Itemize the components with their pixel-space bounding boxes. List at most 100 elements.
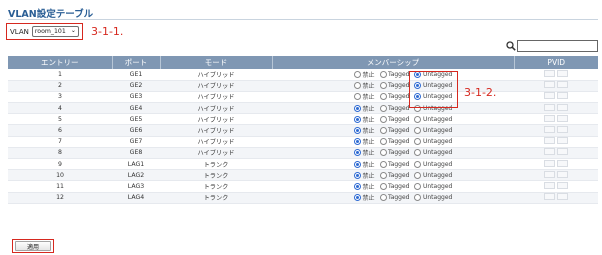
- cell-entry: 11: [8, 180, 112, 193]
- membership-option[interactable]: Tagged: [379, 127, 410, 135]
- radio-button[interactable]: [379, 82, 387, 90]
- membership-option[interactable]: 禁止: [354, 171, 375, 180]
- membership-option-label: 禁止: [362, 128, 375, 136]
- radio-button[interactable]: [379, 138, 387, 146]
- membership-option[interactable]: Tagged: [379, 115, 409, 123]
- cell-port: GE8: [112, 147, 160, 160]
- cell-membership: 禁止 Tagged Untagged: [272, 169, 514, 182]
- membership-option[interactable]: Tagged: [379, 182, 409, 190]
- vlan-select[interactable]: room_101 ⌄: [31, 26, 79, 37]
- radio-button[interactable]: [379, 70, 387, 78]
- membership-option-label: Tagged: [388, 127, 410, 135]
- radio-button[interactable]: [354, 93, 361, 101]
- membership-option[interactable]: Tagged: [379, 194, 409, 202]
- radio-button[interactable]: [354, 171, 361, 179]
- radio-button[interactable]: [354, 115, 361, 123]
- pvid-input: [544, 81, 555, 89]
- membership-option[interactable]: Untagged: [414, 149, 452, 157]
- cell-membership: 禁止 Tagged Untagged: [272, 113, 514, 126]
- table-row: 12 LAG4 トランク 禁止 Tagged Untagged: [8, 192, 598, 204]
- radio-button[interactable]: [354, 104, 361, 112]
- radio-button[interactable]: [379, 93, 387, 101]
- membership-option-label: Tagged: [388, 138, 410, 146]
- membership-option-label: 禁止: [362, 83, 375, 91]
- membership-option[interactable]: Tagged: [379, 138, 410, 146]
- cell-port: GE2: [112, 80, 160, 92]
- membership-option[interactable]: Tagged: [379, 82, 409, 90]
- membership-option[interactable]: Untagged: [414, 115, 452, 123]
- membership-option[interactable]: 禁止: [354, 193, 375, 202]
- search-input[interactable]: [517, 40, 598, 52]
- radio-button[interactable]: [379, 194, 387, 202]
- membership-option[interactable]: 禁止: [354, 115, 375, 124]
- membership-option[interactable]: Untagged: [414, 127, 452, 135]
- membership-option[interactable]: Untagged: [414, 182, 453, 190]
- membership-option[interactable]: Untagged: [414, 171, 452, 179]
- header-mode: モード: [159, 56, 272, 69]
- radio-button[interactable]: [414, 115, 422, 123]
- cell-mode: トランク: [160, 158, 272, 171]
- membership-option[interactable]: 禁止: [354, 126, 375, 135]
- cell-port: GE3: [112, 91, 160, 104]
- pvid-input: [557, 81, 568, 89]
- membership-option[interactable]: Untagged: [414, 138, 452, 146]
- membership-option[interactable]: 禁止: [354, 81, 375, 90]
- membership-option[interactable]: Tagged: [379, 93, 410, 101]
- radio-button[interactable]: [354, 70, 361, 78]
- radio-button[interactable]: [354, 138, 361, 146]
- radio-button[interactable]: [414, 138, 422, 146]
- membership-option[interactable]: Untagged: [414, 160, 452, 168]
- membership-option[interactable]: Tagged: [379, 104, 409, 112]
- radio-button[interactable]: [414, 194, 422, 202]
- membership-option-label: Tagged: [388, 93, 410, 101]
- membership-option[interactable]: Untagged: [414, 194, 452, 202]
- membership-option[interactable]: 禁止: [354, 182, 375, 191]
- cell-membership: 禁止 Tagged Untagged: [272, 158, 514, 171]
- radio-button[interactable]: [414, 171, 422, 179]
- radio-button[interactable]: [414, 149, 422, 157]
- radio-button[interactable]: [354, 82, 361, 90]
- pvid-input: [544, 148, 555, 156]
- membership-option[interactable]: 禁止: [354, 104, 375, 113]
- radio-button[interactable]: [379, 115, 387, 123]
- membership-option-label: 禁止: [362, 139, 375, 147]
- cell-pvid: [514, 69, 598, 81]
- table-row: 5 GE5 ハイブリッド 禁止 Tagged Untagged: [8, 113, 598, 126]
- radio-button[interactable]: [379, 171, 387, 179]
- membership-option[interactable]: Tagged: [379, 171, 409, 179]
- radio-button[interactable]: [379, 160, 387, 168]
- radio-button[interactable]: [414, 127, 422, 135]
- radio-button[interactable]: [354, 127, 361, 135]
- cell-membership: 禁止 Tagged Untagged: [272, 136, 514, 148]
- radio-button[interactable]: [354, 194, 361, 202]
- cell-entry: 7: [8, 136, 112, 148]
- membership-option[interactable]: 禁止: [354, 137, 375, 146]
- radio-button[interactable]: [354, 149, 361, 157]
- membership-option[interactable]: 禁止: [354, 70, 375, 79]
- radio-button[interactable]: [354, 182, 361, 190]
- radio-button[interactable]: [354, 160, 361, 168]
- radio-button[interactable]: [379, 127, 387, 135]
- radio-button[interactable]: [379, 104, 387, 112]
- cell-mode: ハイブリッド: [160, 113, 272, 126]
- membership-option-label: Untagged: [422, 182, 453, 190]
- cell-entry: 9: [8, 158, 112, 171]
- search-icon[interactable]: [506, 41, 516, 51]
- cell-mode: ハイブリッド: [160, 124, 272, 137]
- radio-button[interactable]: [379, 182, 387, 190]
- membership-option[interactable]: 禁止: [354, 92, 375, 101]
- radio-button[interactable]: [414, 160, 422, 168]
- cell-pvid: [514, 147, 598, 160]
- table-row: 10 LAG2 トランク 禁止 Tagged Untagged: [8, 169, 598, 182]
- cell-pvid: [514, 169, 598, 182]
- membership-option[interactable]: 禁止: [354, 160, 375, 169]
- pvid-input: [557, 170, 568, 178]
- membership-option[interactable]: Tagged: [379, 160, 409, 168]
- membership-option[interactable]: Tagged: [379, 70, 409, 78]
- membership-option-label: 禁止: [362, 94, 375, 102]
- apply-button[interactable]: 適用: [15, 241, 51, 251]
- radio-button[interactable]: [414, 182, 422, 190]
- membership-option[interactable]: Tagged: [379, 149, 409, 157]
- radio-button[interactable]: [379, 149, 387, 157]
- membership-option[interactable]: 禁止: [354, 148, 375, 157]
